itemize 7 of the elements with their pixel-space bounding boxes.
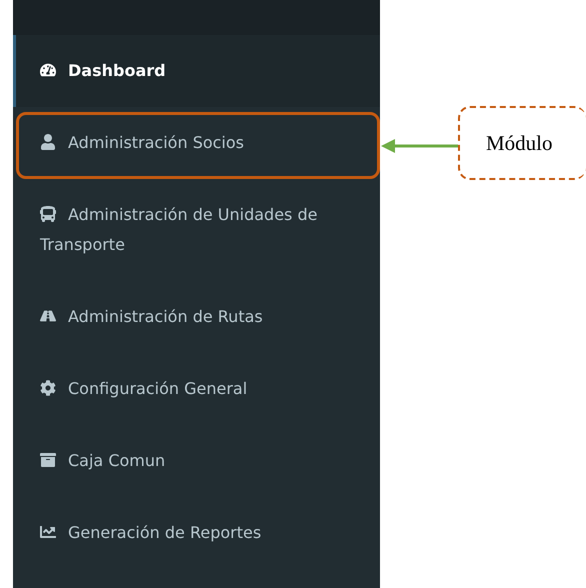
sidebar-menu-item[interactable]: Dashboard [13,35,380,107]
sidebar-menu-item[interactable]: Administración de Rutas [13,281,380,353]
sidebar-menu-item[interactable]: Administración Socios [13,107,380,179]
sidebar-menu-item[interactable]: Generación de Reportes [13,497,380,569]
sidebar-menu-item[interactable]: Configuración General [13,353,380,425]
sidebar-menu-item[interactable]: Administración de Unidades de Transporte [13,179,380,281]
sidebar-menu-item[interactable]: Caja Comun [13,425,380,497]
